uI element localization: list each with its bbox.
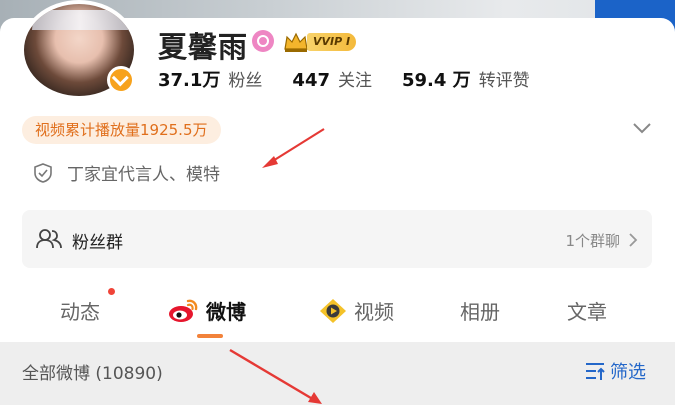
filter-button[interactable]: 筛选 [584, 358, 646, 384]
pink-badge-icon[interactable] [252, 30, 274, 52]
vip-label: VVIP I [307, 33, 357, 51]
following-label[interactable]: 关注 [338, 66, 372, 91]
fans-group-count: 1个群聊 [565, 232, 620, 250]
profile-stats: 37.1万 粉丝 447 关注 59.4 万 转评赞 [158, 66, 560, 92]
chevron-down-icon[interactable] [632, 120, 652, 136]
tab-article-label: 文章 [567, 300, 607, 324]
interactions-label[interactable]: 转评赞 [479, 66, 530, 91]
tab-dynamic[interactable]: 动态 [60, 296, 100, 325]
annotation-arrow-top [262, 128, 325, 168]
tab-album[interactable]: 相册 [460, 296, 500, 325]
avatar-headpiece [32, 10, 128, 30]
video-icon [320, 298, 346, 323]
crown-icon [284, 32, 308, 52]
chevron-right-icon [629, 233, 638, 247]
tab-weibo[interactable]: 微博 [168, 296, 246, 325]
shield-icon [34, 162, 52, 183]
tab-video[interactable]: 视频 [318, 296, 394, 325]
fans-group-label: 粉丝群 [72, 233, 123, 253]
tab-dynamic-label: 动态 [60, 300, 100, 324]
profile-tabs: 动态 微博 视频 相册 文章 [0, 290, 675, 340]
active-tab-indicator [197, 334, 223, 338]
tab-album-label: 相册 [460, 300, 500, 324]
new-activity-dot [108, 288, 115, 295]
fans-count[interactable]: 37.1万 [158, 66, 220, 92]
filter-icon [586, 363, 605, 380]
interactions-count[interactable]: 59.4 万 [402, 66, 471, 92]
following-count[interactable]: 447 [292, 70, 330, 91]
verified-icon [107, 66, 135, 94]
certification-row: 丁家宜代言人、模特 [33, 160, 220, 185]
filter-label: 筛选 [610, 362, 646, 383]
weibo-logo-icon [169, 299, 198, 322]
tab-article[interactable]: 文章 [567, 296, 607, 325]
profile-name: 夏馨雨 [158, 30, 249, 64]
fans-group-row[interactable]: 粉丝群 1个群聊 [22, 210, 652, 268]
fans-label[interactable]: 粉丝 [228, 66, 262, 91]
all-posts-count[interactable]: 全部微博 (10890) [22, 359, 163, 384]
vip-badge[interactable]: VVIP I [283, 31, 357, 53]
filter-bar: 全部微博 (10890) 筛选 [0, 342, 675, 405]
fans-group-icon [36, 229, 62, 249]
play-count-badge[interactable]: 视频累计播放量1925.5万 [22, 116, 221, 144]
certification-text: 丁家宜代言人、模特 [67, 165, 220, 185]
annotation-arrow-bottom [229, 348, 322, 404]
tab-video-label: 视频 [354, 300, 394, 324]
tab-weibo-label: 微博 [206, 300, 246, 324]
